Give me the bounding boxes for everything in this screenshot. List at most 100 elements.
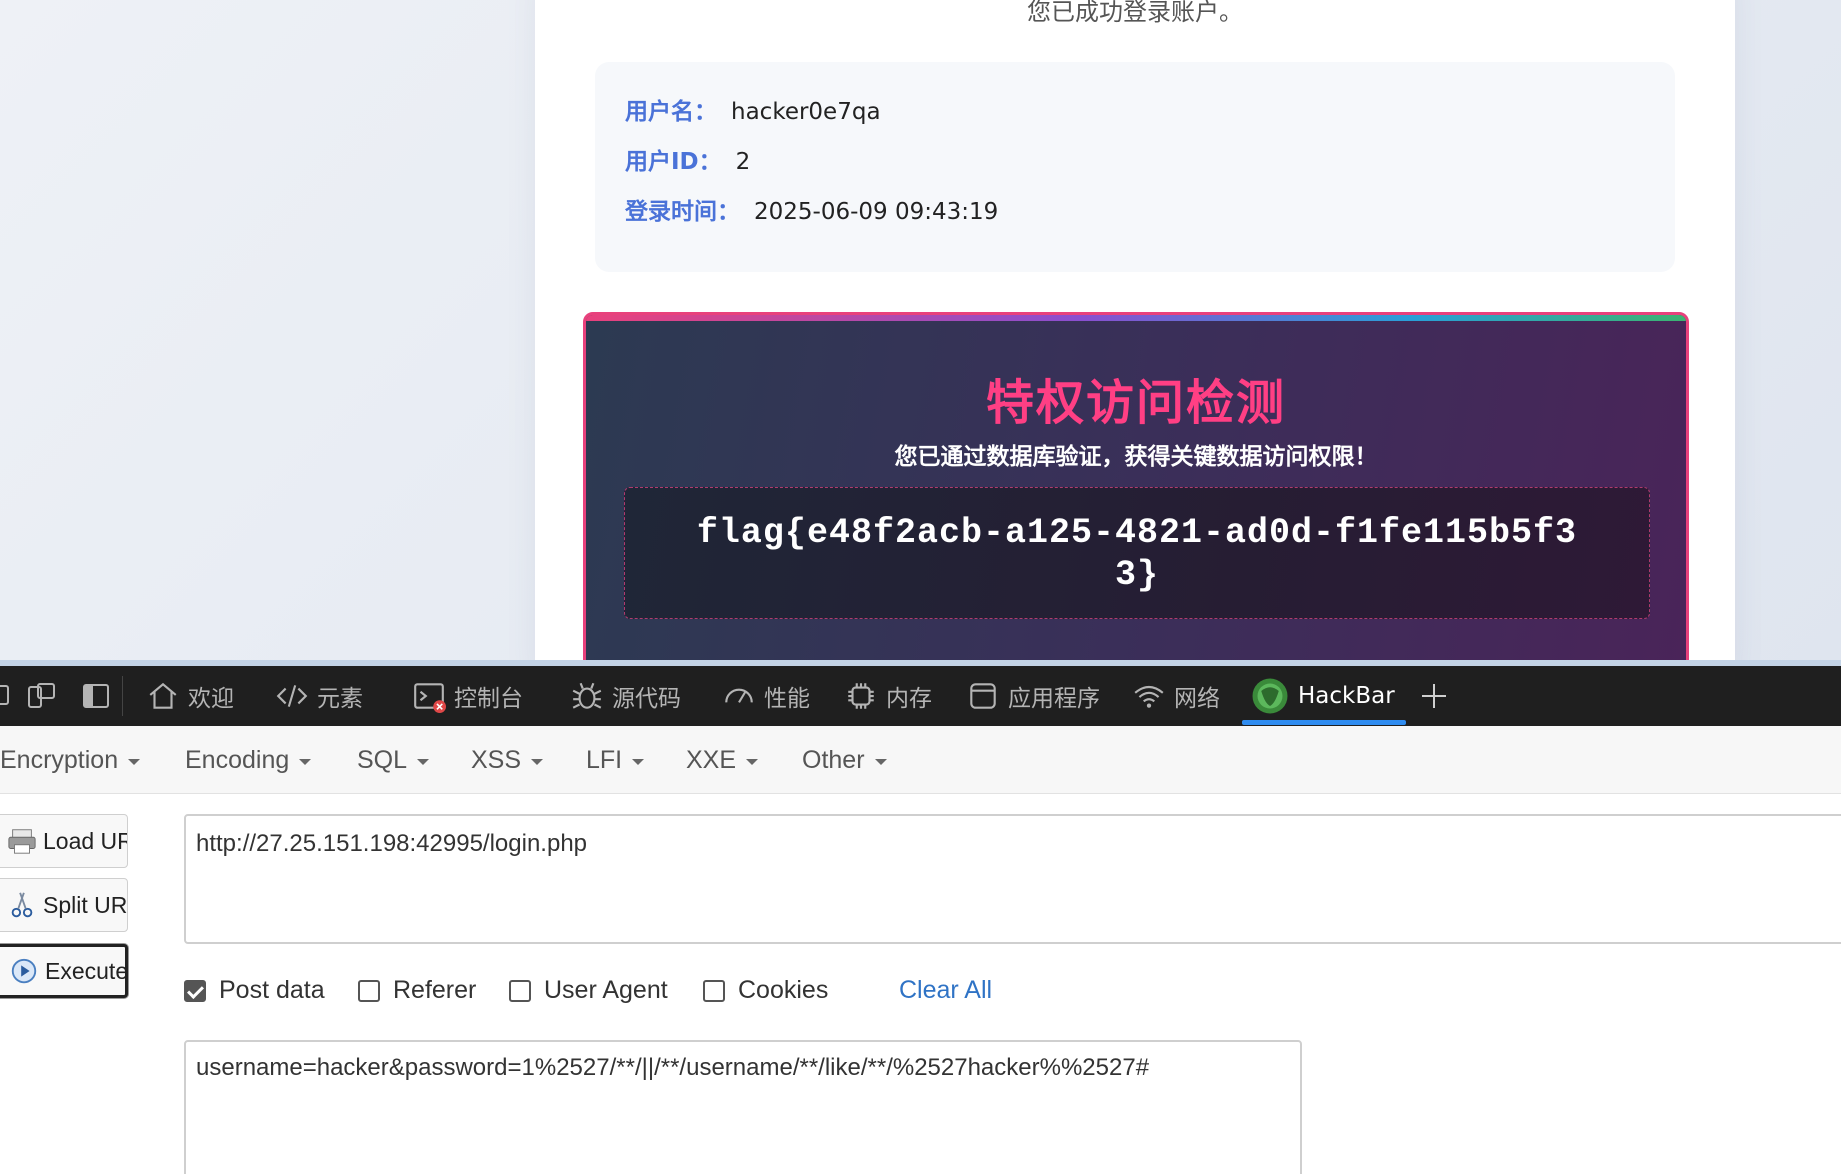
menu-label: LFI xyxy=(586,746,623,774)
tab-label: 网络 xyxy=(1174,686,1220,712)
user-agent-checkbox[interactable] xyxy=(509,979,531,1002)
tab-memory[interactable]: 内存 xyxy=(844,666,932,726)
active-tab-indicator xyxy=(1242,720,1406,725)
tab-label: 应用程序 xyxy=(1008,686,1100,712)
inspect-icon[interactable] xyxy=(0,680,14,712)
userid-value: 2 xyxy=(735,149,751,175)
execute-button[interactable]: Execute xyxy=(0,944,128,998)
cookies-label: Cookies xyxy=(738,976,829,1004)
bug-icon xyxy=(572,682,602,709)
web-page: 您已成功登录账户。 用户名： hacker0e7qa 用户ID： 2 登录时间： 20… xyxy=(0,0,1841,660)
toolbar-divider xyxy=(122,676,123,716)
menu-label: Other xyxy=(802,746,865,774)
hackbar-icon xyxy=(1252,678,1288,714)
split-url-button[interactable]: Split URL xyxy=(0,878,128,932)
chip-icon xyxy=(848,683,874,709)
tab-label: 源代码 xyxy=(612,686,681,712)
caret-down-icon xyxy=(417,759,430,765)
menu-encryption[interactable]: Encryption xyxy=(0,746,141,775)
split-url-label: Split URL xyxy=(43,891,128,918)
menu-encoding[interactable]: Encoding xyxy=(185,746,312,775)
caret-down-icon xyxy=(531,759,544,765)
device-emulation-icon[interactable] xyxy=(26,680,58,712)
flag-text[interactable]: flag{e48f2acb-a125-4821-ad0d-f1fe115b5f3… xyxy=(685,512,1589,596)
username-value: hacker0e7qa xyxy=(731,99,881,125)
window-icon xyxy=(970,683,996,709)
tab-application[interactable]: 应用程序 xyxy=(966,666,1100,726)
tab-label: 控制台 xyxy=(454,686,523,712)
printer-icon xyxy=(8,829,36,854)
login-time-label: 登录时间： xyxy=(625,199,740,225)
referer-option[interactable]: Referer xyxy=(358,976,476,1005)
privilege-panel: 特权访问检测 您已通过数据库验证，获得关键数据访问权限！ flag{e48f2a… xyxy=(583,312,1689,660)
login-time-row: 登录时间： 2025-06-09 09:43:19 xyxy=(625,192,998,226)
load-url-label: Load URL xyxy=(43,827,127,854)
console-icon xyxy=(414,683,446,713)
tab-welcome[interactable]: 欢迎 xyxy=(146,666,234,726)
post-data-option[interactable]: Post data xyxy=(184,976,325,1005)
post-data-textarea[interactable]: username=hacker&password=1%2527/**/||/**… xyxy=(184,1040,1302,1174)
user-agent-label: User Agent xyxy=(544,976,668,1004)
hackbar-menu: Encryption Encoding SQL XSS LFI XXE Othe… xyxy=(0,726,1841,794)
referer-checkbox[interactable] xyxy=(358,979,380,1002)
code-icon xyxy=(276,685,308,707)
username-label: 用户名： xyxy=(625,99,717,125)
gradient-topbar xyxy=(586,315,1686,321)
tab-label: HackBar xyxy=(1298,683,1395,709)
cookies-checkbox[interactable] xyxy=(703,979,725,1002)
userid-label: 用户ID： xyxy=(625,149,722,175)
menu-xxe[interactable]: XXE xyxy=(686,746,759,775)
hackbar-panel: Encryption Encoding SQL XSS LFI XXE Othe… xyxy=(0,726,1841,1174)
username-row: 用户名： hacker0e7qa xyxy=(625,92,881,126)
login-result-card: 您已成功登录账户。 用户名： hacker0e7qa 用户ID： 2 登录时间： 20… xyxy=(535,0,1735,660)
success-message: 您已成功登录账户。 xyxy=(1027,0,1243,26)
tab-network[interactable]: 网络 xyxy=(1132,666,1220,726)
post-data-label: Post data xyxy=(219,976,325,1004)
url-text: http://27.25.151.198:42995/login.php xyxy=(196,830,588,857)
privilege-subtitle: 您已通过数据库验证，获得关键数据访问权限！ xyxy=(894,444,1378,470)
caret-down-icon xyxy=(746,759,759,765)
tab-performance[interactable]: 性能 xyxy=(722,666,810,726)
tab-label: 元素 xyxy=(317,686,363,712)
scissors-icon xyxy=(11,892,33,918)
home-icon xyxy=(149,682,177,709)
tab-label: 欢迎 xyxy=(188,686,234,712)
menu-label: XSS xyxy=(471,746,522,774)
cookies-option[interactable]: Cookies xyxy=(703,976,828,1005)
user-agent-option[interactable]: User Agent xyxy=(509,976,668,1005)
menu-sql[interactable]: SQL xyxy=(357,746,430,775)
post-data-text: username=hacker&password=1%2527/**/||/**… xyxy=(196,1054,1150,1081)
tab-sources[interactable]: 源代码 xyxy=(570,666,681,726)
menu-label: SQL xyxy=(357,746,408,774)
caret-down-icon xyxy=(128,759,141,765)
flag-box: flag{e48f2acb-a125-4821-ad0d-f1fe115b5f3… xyxy=(624,487,1650,619)
caret-down-icon xyxy=(632,759,645,765)
login-time-value: 2025-06-09 09:43:19 xyxy=(754,199,999,225)
gauge-icon xyxy=(725,688,753,703)
caret-down-icon xyxy=(299,759,312,765)
tab-label: 内存 xyxy=(886,686,932,712)
execute-label: Execute xyxy=(45,957,128,984)
menu-label: Encryption xyxy=(0,746,119,774)
url-textarea[interactable]: http://27.25.151.198:42995/login.php xyxy=(184,814,1841,944)
menu-label: Encoding xyxy=(185,746,290,774)
referer-label: Referer xyxy=(393,976,477,1004)
post-data-checkbox[interactable] xyxy=(184,979,206,1002)
tab-elements[interactable]: 元素 xyxy=(275,666,363,726)
menu-label: XXE xyxy=(686,746,737,774)
menu-lfi[interactable]: LFI xyxy=(586,746,645,775)
wifi-icon xyxy=(1134,685,1164,708)
dock-sidebar-icon[interactable] xyxy=(80,680,112,712)
tab-console[interactable]: 控制台 xyxy=(412,666,523,726)
load-url-button[interactable]: Load URL xyxy=(0,814,128,868)
clear-all-link[interactable]: Clear All xyxy=(899,976,992,1005)
add-tab-icon[interactable] xyxy=(1418,680,1450,712)
userid-row: 用户ID： 2 xyxy=(625,142,750,176)
menu-xss[interactable]: XSS xyxy=(471,746,544,775)
devtools-tab-bar: 欢迎 元素 控制台 源代码 性能 内存 应用程序 网络 HackBar xyxy=(0,666,1841,726)
play-icon xyxy=(11,958,37,984)
tab-hackbar[interactable]: HackBar xyxy=(1250,666,1395,726)
privilege-title: 特权访问检测 xyxy=(985,375,1286,431)
tab-label: 性能 xyxy=(764,686,810,712)
menu-other[interactable]: Other xyxy=(802,746,887,775)
